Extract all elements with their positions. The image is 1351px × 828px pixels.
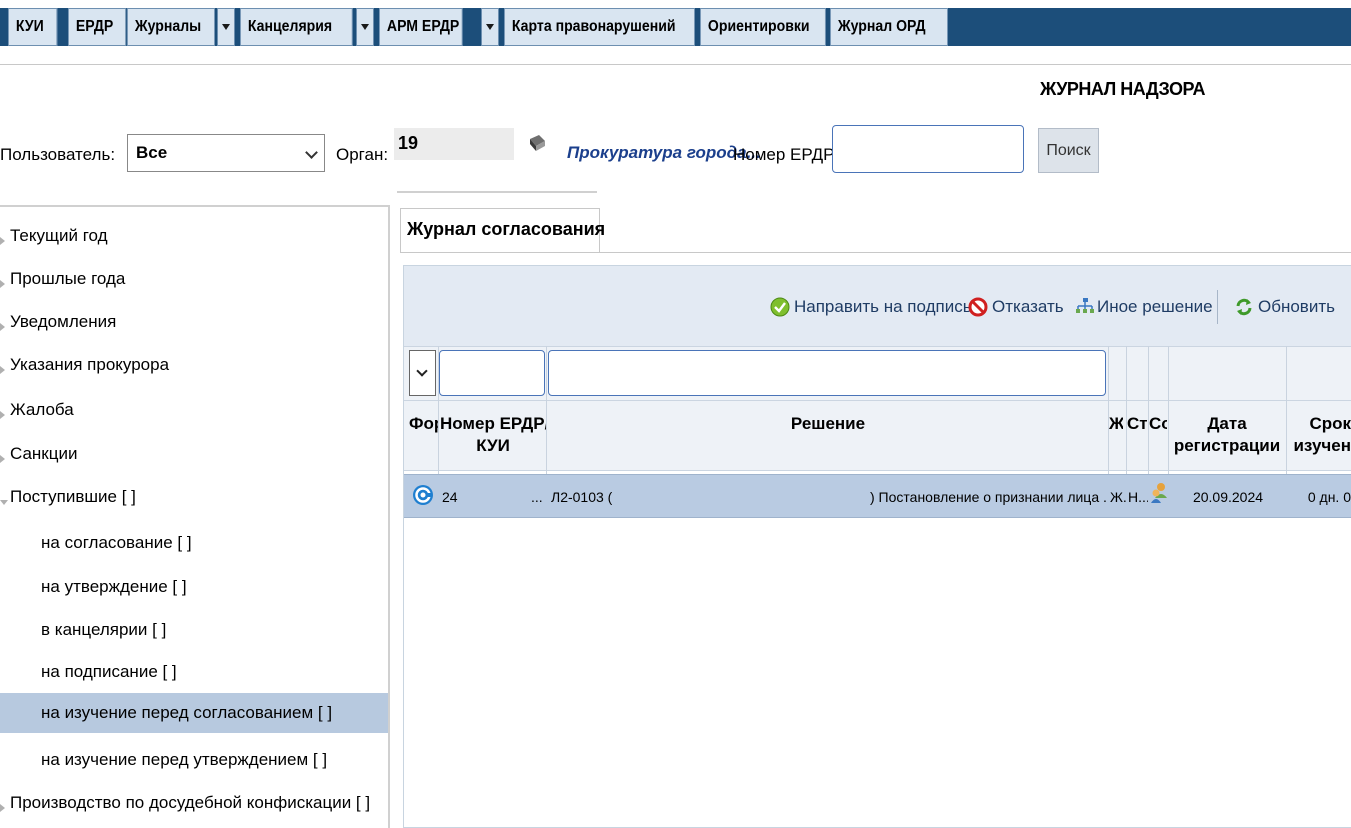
tree-item-label: Прошлые года [10, 269, 126, 288]
column-header-registration-date-line1: Дата [1207, 414, 1247, 433]
column-header-study-term-line2: изучен [1293, 436, 1351, 455]
cell-study-term: 0 дн. 0 [1307, 489, 1351, 505]
divider [0, 64, 1351, 65]
cell-zh: Ж. [1110, 489, 1126, 505]
expand-arrow-icon[interactable] [0, 364, 10, 374]
divider [400, 252, 1351, 253]
user-select-value: Все [136, 143, 168, 162]
column-header-registration-date[interactable]: Дата регистрации [1169, 402, 1285, 470]
forbidden-icon [968, 297, 988, 317]
refuse-label: Отказать [992, 297, 1064, 316]
nav-item-offense-map[interactable]: Карта правонарушений [504, 8, 695, 46]
erdr-number-input[interactable] [832, 125, 1024, 173]
page-title: ЖУРНАЛ НАДЗОРА [1040, 79, 1205, 99]
tree-item-pretrial-confiscation[interactable]: Производство по досудебной конфискации [… [0, 790, 370, 816]
tree-item-prosecutor-instructions[interactable]: Указания прокурора [0, 352, 169, 378]
form-filter-select[interactable] [409, 350, 436, 396]
column-header-number-line2: КУИ [476, 436, 510, 455]
expand-arrow-icon[interactable] [0, 409, 10, 419]
arm-erdr-dropdown-icon[interactable] [481, 8, 499, 46]
send-to-sign-label: Направить на подпись [794, 297, 972, 316]
tree-item-in-chancellery[interactable]: в канцелярии [ ] [41, 617, 166, 643]
chancellery-dropdown-icon[interactable] [356, 8, 374, 46]
tree-item-label: Производство по досудебной конфискации [… [10, 793, 371, 812]
chevron-down-icon [305, 146, 318, 159]
cell-number: 24 [442, 489, 458, 505]
nav-item-chancellery[interactable]: Канцелярия [240, 8, 353, 46]
nav-item-arm-erdr[interactable]: АРМ ЕРДР [379, 8, 463, 46]
erdr-number-label: Номер ЕРДР [733, 145, 835, 164]
organ-label: Орган: [336, 145, 389, 164]
tree-item-complaint[interactable]: Жалоба [0, 397, 74, 423]
cell-st: Н... [1128, 489, 1148, 505]
tree-item-label: Уведомления [10, 312, 117, 331]
nav-item-journals[interactable]: Журналы [127, 8, 215, 46]
expand-arrow-icon[interactable] [0, 802, 10, 812]
decision-filter-input[interactable] [548, 350, 1106, 396]
tree-item-study-before-confirmation[interactable]: на изучение перед утверждением [ ] [41, 747, 327, 773]
column-header-number-line1: Номер ЕРДР/ [440, 414, 546, 433]
organ-link[interactable]: Прокуратура города... [567, 143, 761, 163]
column-header-zh[interactable]: Ж [1109, 402, 1123, 470]
other-decision-button[interactable]: Иное решение [1075, 296, 1213, 318]
refresh-button[interactable]: Обновить [1234, 296, 1335, 318]
nav-item-orientations[interactable]: Ориентировки [700, 8, 826, 46]
tree-item-for-signing[interactable]: на подписание [ ] [41, 659, 177, 685]
tree-item-for-confirmation[interactable]: на утверждение [ ] [41, 574, 187, 600]
tree-item-for-approval[interactable]: на согласование [ ] [41, 530, 192, 556]
chevron-down-icon [416, 365, 428, 377]
column-header-decision[interactable]: Решение [548, 402, 1108, 470]
tab-approval-journal[interactable]: Журнал согласования [400, 208, 605, 252]
journals-dropdown-icon[interactable] [217, 8, 235, 46]
book-icon[interactable] [527, 133, 547, 155]
user-select[interactable]: Все [127, 134, 325, 172]
tree-item-sanctions[interactable]: Санкции [0, 441, 77, 467]
column-header-so[interactable]: Со [1149, 402, 1167, 470]
search-button[interactable]: Поиск [1038, 128, 1099, 173]
toolbar-separator [1217, 290, 1218, 324]
navigation-tree [0, 205, 390, 828]
nav-item-kui[interactable]: КУИ [8, 8, 58, 46]
tree-item-notifications[interactable]: Уведомления [0, 309, 116, 335]
user-label: Пользователь: [0, 145, 116, 164]
column-header-st[interactable]: Ст [1127, 402, 1147, 470]
expand-arrow-icon[interactable] [0, 321, 10, 331]
users-icon[interactable] [1150, 482, 1168, 504]
other-decision-label: Иное решение [1097, 297, 1213, 316]
column-header-study-term[interactable]: Срок изучен [1288, 402, 1351, 470]
refresh-icon [1236, 298, 1252, 316]
expand-arrow-icon[interactable] [0, 453, 10, 463]
tree-item-study-before-approval[interactable]: на изучение перед согласованием [ ] [0, 693, 388, 733]
refuse-button[interactable]: Отказать [968, 296, 1064, 318]
tree-item-label: Санкции [10, 444, 78, 463]
column-header-study-term-line1: Срок [1309, 414, 1351, 433]
tree-item-label: Текущий год [10, 226, 108, 245]
organ-value: 19 [394, 128, 514, 160]
hierarchy-icon [1076, 298, 1094, 313]
tree-item-label: Указания прокурора [10, 355, 170, 374]
tree-item-past-years[interactable]: Прошлые года [0, 266, 125, 292]
cell-number-ellipsis: ... [531, 489, 543, 505]
tree-item-incoming[interactable]: Поступившие [ ] [0, 484, 136, 510]
check-circle-icon [770, 297, 790, 317]
expand-arrow-icon[interactable] [0, 278, 10, 288]
divider [397, 191, 597, 193]
cell-registration-date: 20.09.2024 [1192, 489, 1264, 505]
cell-decision-left: Л2-0103 ( [551, 489, 613, 505]
cell-decision-right: ) Постановление о признании лица ... [870, 489, 1106, 505]
refresh-label: Обновить [1258, 297, 1335, 316]
tree-item-current-year[interactable]: Текущий год [0, 223, 108, 249]
document-form-icon[interactable] [412, 484, 434, 506]
column-header-registration-date-line2: регистрации [1173, 436, 1281, 455]
send-to-sign-button[interactable]: Направить на подпись [770, 296, 972, 318]
column-header-form[interactable]: Фор [409, 402, 439, 470]
column-header-number[interactable]: Номер ЕРДР/ КУИ [440, 402, 546, 470]
nav-item-erdr[interactable]: ЕРДР [68, 8, 127, 46]
tree-item-label: Жалоба [10, 400, 74, 419]
number-filter-input[interactable] [439, 350, 545, 396]
nav-item-ord-journal[interactable]: Журнал ОРД [830, 8, 948, 46]
collapse-arrow-icon[interactable] [0, 496, 10, 506]
tree-item-label: Поступившие [ ] [10, 487, 136, 506]
expand-arrow-icon[interactable] [0, 235, 10, 245]
